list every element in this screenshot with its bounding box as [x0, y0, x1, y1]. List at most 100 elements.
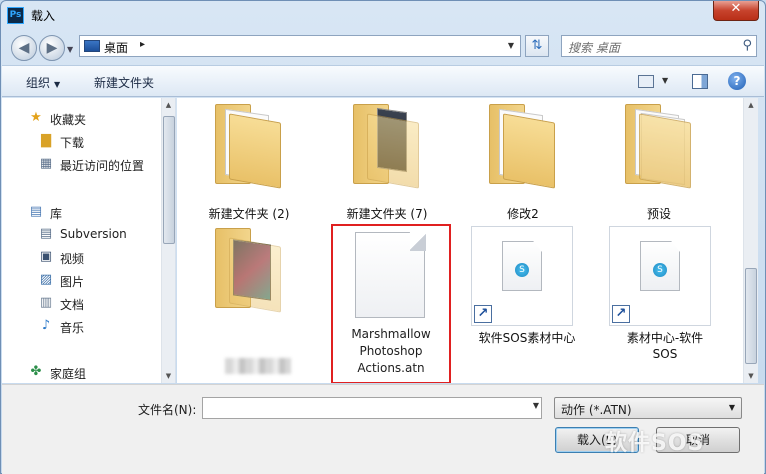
- title-bar: Ps 载入 ✕: [1, 1, 765, 31]
- organize-button[interactable]: 组织 ▼: [26, 74, 60, 91]
- file-name-line: Marshmallow: [351, 327, 431, 341]
- file-item[interactable]: 新建文件夹 (7): [327, 102, 447, 232]
- preview-pane-icon[interactable]: [692, 74, 708, 89]
- folder-icon: [215, 104, 281, 189]
- shortcut-arrow-icon: ↗: [474, 305, 492, 323]
- file-item[interactable]: S ↗ 素材中心-软件 SOS: [605, 226, 725, 361]
- filetype-select[interactable]: 动作 (*.ATN) ▼: [554, 397, 742, 419]
- sidebar-item-libraries[interactable]: ▤ 库: [2, 202, 162, 222]
- file-item[interactable]: S ↗ 软件SOS素材中心: [467, 226, 587, 356]
- sidebar-item-label: 视频: [60, 252, 85, 266]
- star-icon: ★: [30, 110, 42, 125]
- homegroup-icon: ✤: [30, 364, 42, 379]
- scroll-thumb[interactable]: [163, 116, 175, 244]
- file-list-scrollbar[interactable]: ▲ ▼: [743, 98, 758, 383]
- file-name-line: 素材中心-软件: [626, 331, 704, 345]
- file-name: 修改2: [507, 207, 539, 221]
- sidebar-item-subversion[interactable]: ▤ Subversion: [2, 224, 162, 244]
- address-bar[interactable]: 桌面 ▸ ▼: [79, 35, 521, 57]
- forward-arrow-icon[interactable]: ▶: [39, 35, 65, 61]
- folder-icon: [489, 104, 555, 189]
- load-dialog: Ps 载入 ✕ ◀ ▶ ▼ 桌面 ▸ ▼ ⇅ 搜索 桌面 ⚲ 组织 ▼ 新建文件夹…: [0, 0, 766, 474]
- shortcut-thumbnail: S ↗: [609, 226, 711, 326]
- scroll-up-icon[interactable]: ▲: [162, 98, 175, 112]
- sidebar-item-label: 库: [50, 207, 63, 221]
- sidebar-item-label: Subversion: [60, 227, 127, 241]
- page-fold-icon: [410, 232, 426, 251]
- watermark-logo: 软件SOS: [605, 431, 705, 456]
- sidebar-item-favorites[interactable]: ★ 收藏夹: [2, 108, 162, 128]
- selected-file-highlight[interactable]: Marshmallow Photoshop Actions.atn: [331, 224, 451, 383]
- sidebar-item-label: 音乐: [60, 321, 85, 335]
- sos-logo-icon: S: [653, 263, 667, 277]
- folder-icon: [353, 104, 419, 189]
- video-icon: ▣: [39, 249, 53, 264]
- file-name: 新建文件夹 (7): [346, 207, 428, 221]
- search-icon[interactable]: ⚲: [742, 38, 752, 53]
- address-location[interactable]: 桌面: [104, 39, 128, 56]
- command-toolbar: 组织 ▼ 新建文件夹 ▼ ?: [2, 65, 764, 97]
- back-arrow-icon[interactable]: ◀: [11, 35, 37, 61]
- music-note-icon: ♪: [41, 318, 51, 333]
- downloads-folder-icon: ▇: [41, 133, 51, 148]
- close-button[interactable]: ✕: [713, 1, 759, 21]
- sidebar-item-pictures[interactable]: ▨ 图片: [2, 270, 162, 290]
- sidebar-item-homegroup[interactable]: ✤ 家庭组: [2, 362, 162, 382]
- desktop-icon: [84, 40, 100, 52]
- sidebar-item-label: 文档: [60, 298, 85, 312]
- blurred-file-name: [225, 358, 291, 374]
- sidebar-item-music[interactable]: ♪ 音乐: [2, 316, 162, 336]
- folder-icon: [215, 228, 281, 313]
- sidebar-item-documents[interactable]: ▥ 文档: [2, 293, 162, 313]
- new-folder-button[interactable]: 新建文件夹: [94, 74, 154, 91]
- chevron-down-icon[interactable]: ▼: [533, 401, 539, 410]
- view-icon[interactable]: [638, 75, 654, 88]
- navigation-pane: ★ 收藏夹 ▇ 下载 ▦ 最近访问的位置 ▤ 库 ▤ Subversion ▣ …: [2, 98, 176, 383]
- scroll-thumb[interactable]: [745, 268, 757, 364]
- window-title: 载入: [31, 9, 56, 23]
- file-name-line: Actions.atn: [357, 361, 425, 375]
- refresh-icon[interactable]: ⇅: [525, 35, 549, 57]
- breadcrumb-arrow[interactable]: ▸: [140, 39, 145, 50]
- sidebar-item-recent[interactable]: ▦ 最近访问的位置: [2, 154, 162, 174]
- recent-places-icon: ▦: [39, 156, 53, 171]
- file-name-line: Photoshop: [359, 344, 423, 358]
- scroll-down-icon[interactable]: ▼: [744, 369, 758, 383]
- recent-locations-dropdown[interactable]: ▼: [67, 45, 73, 54]
- file-item[interactable]: 新建文件夹 (2): [189, 102, 309, 232]
- file-list: 新建文件夹 (2) 新建文件夹 (7) 修改2 预设 Marshmallow P…: [177, 98, 743, 383]
- file-item[interactable]: [189, 226, 309, 374]
- search-placeholder: 搜索 桌面: [568, 41, 620, 55]
- chevron-down-icon: ▼: [54, 80, 61, 89]
- search-input[interactable]: 搜索 桌面 ⚲: [561, 35, 757, 57]
- filename-label: 文件名(N):: [138, 403, 197, 417]
- file-name: 预设: [646, 207, 671, 221]
- chevron-down-icon: ▼: [728, 403, 735, 412]
- document-icon: ▤: [39, 226, 53, 241]
- sidebar-item-label: 下载: [60, 136, 85, 150]
- photoshop-app-icon: Ps: [7, 7, 24, 24]
- file-name: 软件SOS素材中心: [478, 331, 576, 345]
- file-name: 素材中心-软件 SOS: [605, 330, 725, 362]
- document-icon: ▥: [39, 295, 53, 310]
- view-options-dropdown[interactable]: ▼: [662, 76, 668, 85]
- shortcut-arrow-icon: ↗: [612, 305, 630, 323]
- filename-input[interactable]: ▼: [202, 397, 542, 419]
- filetype-value: 动作 (*.ATN): [561, 403, 632, 417]
- file-item[interactable]: 修改2: [463, 102, 583, 232]
- file-item[interactable]: 预设: [599, 102, 719, 232]
- scroll-up-icon[interactable]: ▲: [744, 98, 758, 112]
- organize-label: 组织: [26, 76, 51, 90]
- sidebar-item-videos[interactable]: ▣ 视频: [2, 247, 162, 267]
- shortcut-thumbnail: S ↗: [471, 226, 573, 326]
- picture-icon: ▨: [39, 272, 53, 287]
- sos-logo-icon: S: [515, 263, 529, 277]
- scroll-down-icon[interactable]: ▼: [162, 369, 175, 383]
- sidebar-item-downloads[interactable]: ▇ 下载: [2, 131, 162, 151]
- address-dropdown[interactable]: ▼: [502, 36, 520, 56]
- file-name-line: SOS: [652, 347, 678, 361]
- folder-icon: [625, 104, 691, 189]
- help-icon[interactable]: ?: [728, 72, 746, 90]
- file-name: 新建文件夹 (2): [208, 207, 290, 221]
- nav-scrollbar[interactable]: ▲ ▼: [161, 98, 175, 383]
